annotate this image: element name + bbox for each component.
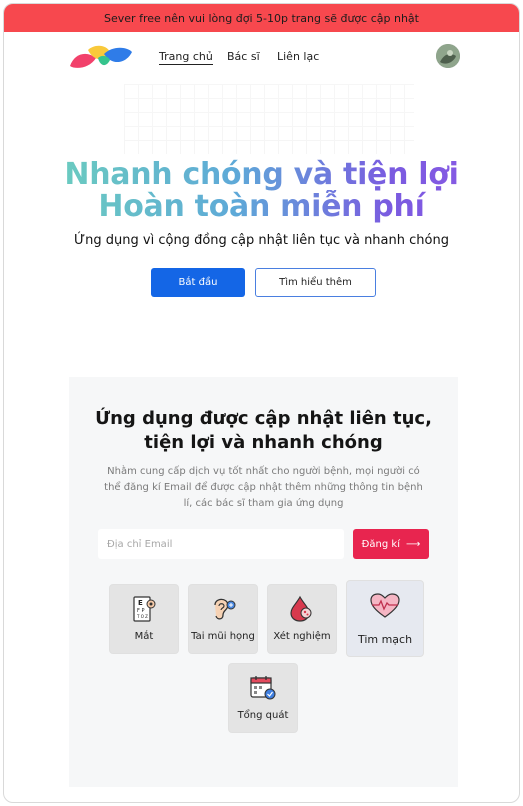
category-general[interactable]: Tổng quát [228,663,298,733]
hero-title-line1: Nhanh chóng và tiện lợi [4,158,519,191]
signup-label: Đăng kí [361,538,400,550]
category-general-label: Tổng quát [237,710,289,721]
user-avatar[interactable] [436,44,460,68]
category-lab-test-label: Xét nghiệm [273,631,331,642]
subscribe-panel: Ứng dụng được cập nhật liên tục, tiện lợ… [69,377,458,787]
category-eye-label: Mắt [134,631,154,642]
heart-pulse-icon [370,593,400,618]
learn-more-label: Tìm hiểu thêm [279,277,352,288]
svg-text:E: E [138,599,143,607]
nav-link-doctors[interactable]: Bác sĩ [227,50,260,63]
subscribe-description: Nhằm cung cấp dịch vụ tốt nhất cho người… [104,466,423,509]
nav-link-contact[interactable]: Liên lạc [277,50,319,63]
blood-drop-icon [290,595,312,622]
arrow-right-icon: ⟶ [405,538,421,550]
top-nav: Trang chủ Bác sĩ Liên lạc [4,42,519,74]
hero-title-line2: Hoàn toàn miễn phí [4,190,519,223]
svg-text:T O Z: T O Z [136,614,148,619]
learn-more-button[interactable]: Tìm hiểu thêm [255,268,376,297]
get-started-button[interactable]: Bắt đầu [151,268,245,297]
category-eye[interactable]: E F P T O Z Mắt [109,584,179,654]
category-cardiology-label: Tim mạch [357,633,413,646]
page-frame: Sever free nên vui lòng đợi 5-10p trang … [3,3,520,803]
category-ent[interactable]: Tai mũi họng [188,584,258,654]
category-cardiology[interactable]: Tim mạch [346,580,424,657]
subscribe-title-line1: Ứng dụng được cập nhật liên tục, [95,408,432,429]
notice-banner: Sever free nên vui lòng đợi 5-10p trang … [4,4,519,32]
brand-logo[interactable] [68,44,134,70]
get-started-label: Bắt đầu [178,277,218,288]
hero-grid-background [124,84,414,154]
hero-subtitle: Ứng dụng vì cộng đồng cập nhật liên tục … [74,233,449,248]
calendar-check-icon [250,676,276,700]
ear-icon [214,598,236,620]
category-lab-test[interactable]: Xét nghiệm [267,584,337,654]
nav-link-home[interactable]: Trang chủ [159,50,213,65]
category-ent-label: Tai mũi họng [191,631,255,642]
avatar-image-icon [436,44,460,68]
eye-chart-icon: E F P T O Z [133,596,156,622]
email-input[interactable] [98,529,344,559]
notice-banner-text: Sever free nên vui lòng đợi 5-10p trang … [104,11,419,25]
subscribe-title-line2: tiện lợi và nhanh chóng [144,432,383,453]
signup-button[interactable]: Đăng kí ⟶ [353,529,429,559]
